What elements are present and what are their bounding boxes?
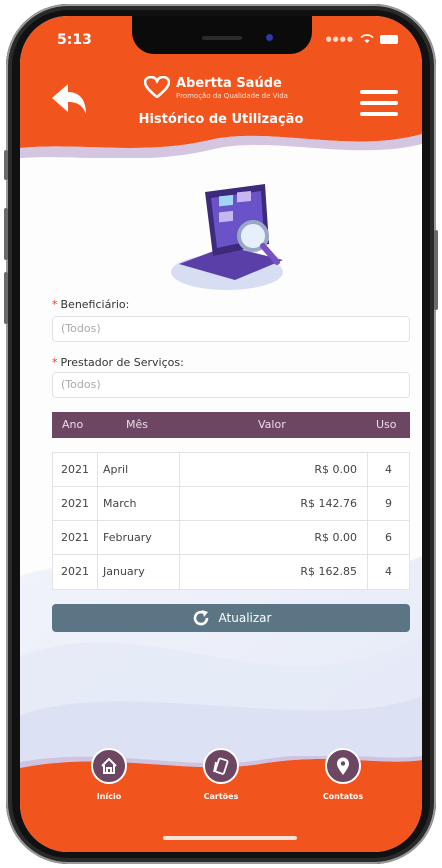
wifi-icon (360, 34, 374, 43)
table-header: Ano Mês Valor Uso (52, 412, 410, 438)
cell-mes: February (103, 531, 152, 544)
cards-icon (213, 757, 229, 775)
refresh-label: Atualizar (218, 611, 272, 625)
home-indicator (163, 836, 297, 840)
earpiece-speaker (202, 36, 242, 40)
table-row[interactable]: 2021 March R$ 142.76 9 (53, 487, 409, 521)
beneficiario-label: * Beneficiário: (52, 298, 130, 311)
heart-logo-icon (144, 76, 170, 98)
prestador-label: * Prestador de Serviços: (52, 356, 184, 369)
cell-mes: March (103, 497, 137, 510)
usage-table: 2021 April R$ 0.00 4 2021 March R$ 142.7… (52, 452, 410, 590)
cell-ano: 2021 (61, 565, 89, 578)
hamburger-menu-icon[interactable] (360, 90, 398, 123)
status-time: 5:13 (57, 32, 92, 48)
table-row[interactable]: 2021 January R$ 162.85 4 (53, 555, 409, 589)
status-indicators: ●●●● (326, 34, 398, 44)
volume-up-button (4, 208, 8, 260)
phone-mockup: 5:13 ●●●● Abertta Saúde Promoção da Qual… (0, 0, 442, 868)
nav-contacts-label: Contatos (322, 792, 364, 801)
laptop-search-illustration (171, 184, 283, 290)
refresh-button[interactable]: Atualizar (52, 604, 410, 632)
app-screen: 5:13 ●●●● Abertta Saúde Promoção da Qual… (20, 16, 422, 852)
nav-home-label: Início (96, 792, 122, 801)
cell-mes: January (103, 565, 145, 578)
cell-ano: 2021 (61, 497, 89, 510)
header-ano: Ano (62, 418, 84, 431)
cell-uso: 9 (385, 497, 392, 510)
power-button (434, 230, 438, 310)
nav-home[interactable]: Início (74, 748, 144, 801)
nav-cards[interactable]: Cartões (186, 748, 256, 801)
location-pin-icon (337, 757, 349, 775)
device-notch (132, 16, 312, 54)
front-camera (266, 34, 273, 41)
beneficiario-select[interactable]: (Todos) (52, 316, 410, 342)
brand-name: Abertta Saúde (176, 76, 282, 91)
table-row[interactable]: 2021 February R$ 0.00 6 (53, 521, 409, 555)
nav-cards-label: Cartões (203, 792, 239, 801)
cell-ano: 2021 (61, 531, 89, 544)
cell-mes: April (103, 463, 129, 476)
battery-icon (380, 34, 398, 44)
volume-down-button (4, 272, 8, 324)
table-row[interactable]: 2021 April R$ 0.00 4 (53, 453, 409, 487)
app-logo: Abertta Saúde Promoção da Qualidade de V… (144, 76, 288, 101)
home-icon (101, 757, 117, 774)
prestador-select[interactable]: (Todos) (52, 372, 410, 398)
header-mes: Mês (126, 418, 148, 431)
cell-ano: 2021 (61, 463, 89, 476)
side-button-left (4, 150, 8, 180)
header-valor: Valor (258, 418, 286, 431)
refresh-icon (193, 610, 208, 626)
brand-tagline: Promoção da Qualidade de Vida (176, 92, 288, 100)
back-arrow-icon[interactable] (50, 82, 88, 116)
cell-valor: R$ 142.76 (300, 497, 357, 510)
nav-contacts[interactable]: Contatos (308, 748, 378, 801)
signal-icon: ●●●● (325, 35, 354, 43)
cell-uso: 4 (385, 565, 392, 578)
cell-valor: R$ 0.00 (314, 531, 357, 544)
cell-valor: R$ 162.85 (300, 565, 357, 578)
cell-valor: R$ 0.00 (314, 463, 357, 476)
cell-uso: 4 (385, 463, 392, 476)
header-uso: Uso (376, 418, 397, 431)
cell-uso: 6 (385, 531, 392, 544)
